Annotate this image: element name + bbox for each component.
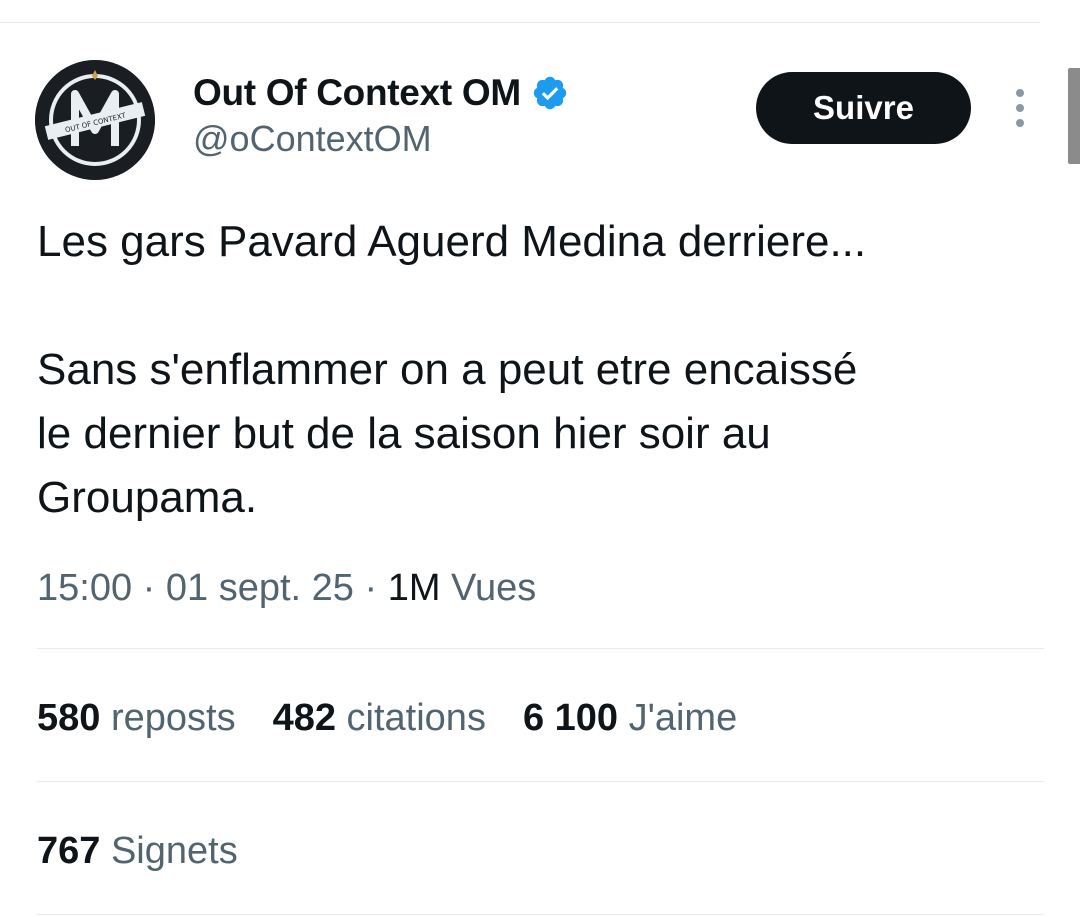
bookmarks-label: Signets <box>100 830 238 872</box>
bookmarks-stat[interactable]: 767 Signets <box>37 827 238 875</box>
reposts-count: 580 <box>37 697 101 739</box>
om-logo-icon: OUT OF CONTEXT <box>35 60 155 180</box>
quotes-label: citations <box>335 697 486 739</box>
quotes-count: 482 <box>272 697 336 739</box>
tweet-time[interactable]: 15:00 <box>37 567 132 609</box>
meta-separator: · <box>132 567 166 609</box>
top-divider <box>0 22 1040 23</box>
reposts-label: reposts <box>100 697 236 739</box>
tweet-paragraph-2: Sans s'enflammer on a peut etre encaissé… <box>37 345 858 522</box>
divider <box>37 648 1044 649</box>
tweet-paragraph-1: Les gars Pavard Aguerd Medina derriere..… <box>37 217 867 266</box>
reposts-stat[interactable]: 580 reposts <box>37 694 236 742</box>
tweet-text: Les gars Pavard Aguerd Medina derriere..… <box>37 210 1017 530</box>
views-label: Vues <box>440 567 537 609</box>
views-count: 1M <box>387 567 441 609</box>
divider <box>37 914 1044 915</box>
quotes-stat[interactable]: 482 citations <box>273 694 486 742</box>
verified-badge-icon[interactable] <box>531 74 569 112</box>
tweet-metadata: 15:00 · 01 sept. 25 · 1M Vues <box>37 564 536 612</box>
likes-count: 6 100 <box>522 697 619 739</box>
engagement-stats: 580 reposts 482 citations 6 100 J'aime <box>37 694 774 742</box>
likes-label: J'aime <box>618 697 738 739</box>
scrollbar[interactable] <box>1068 68 1080 164</box>
divider <box>37 781 1044 782</box>
bookmarks-count: 767 <box>37 830 101 872</box>
author-display-name[interactable]: Out Of Context OM <box>193 72 521 114</box>
tweet-date[interactable]: 01 sept. 25 <box>166 567 354 609</box>
author-handle[interactable]: @oContextOM <box>193 118 432 160</box>
meta-separator: · <box>353 567 388 609</box>
more-vertical-icon[interactable] <box>1008 86 1032 130</box>
author-name-row: Out Of Context OM <box>193 70 569 116</box>
follow-button[interactable]: Suivre <box>756 72 971 144</box>
avatar[interactable]: OUT OF CONTEXT <box>35 60 155 180</box>
likes-stat[interactable]: 6 100 J'aime <box>523 694 737 742</box>
